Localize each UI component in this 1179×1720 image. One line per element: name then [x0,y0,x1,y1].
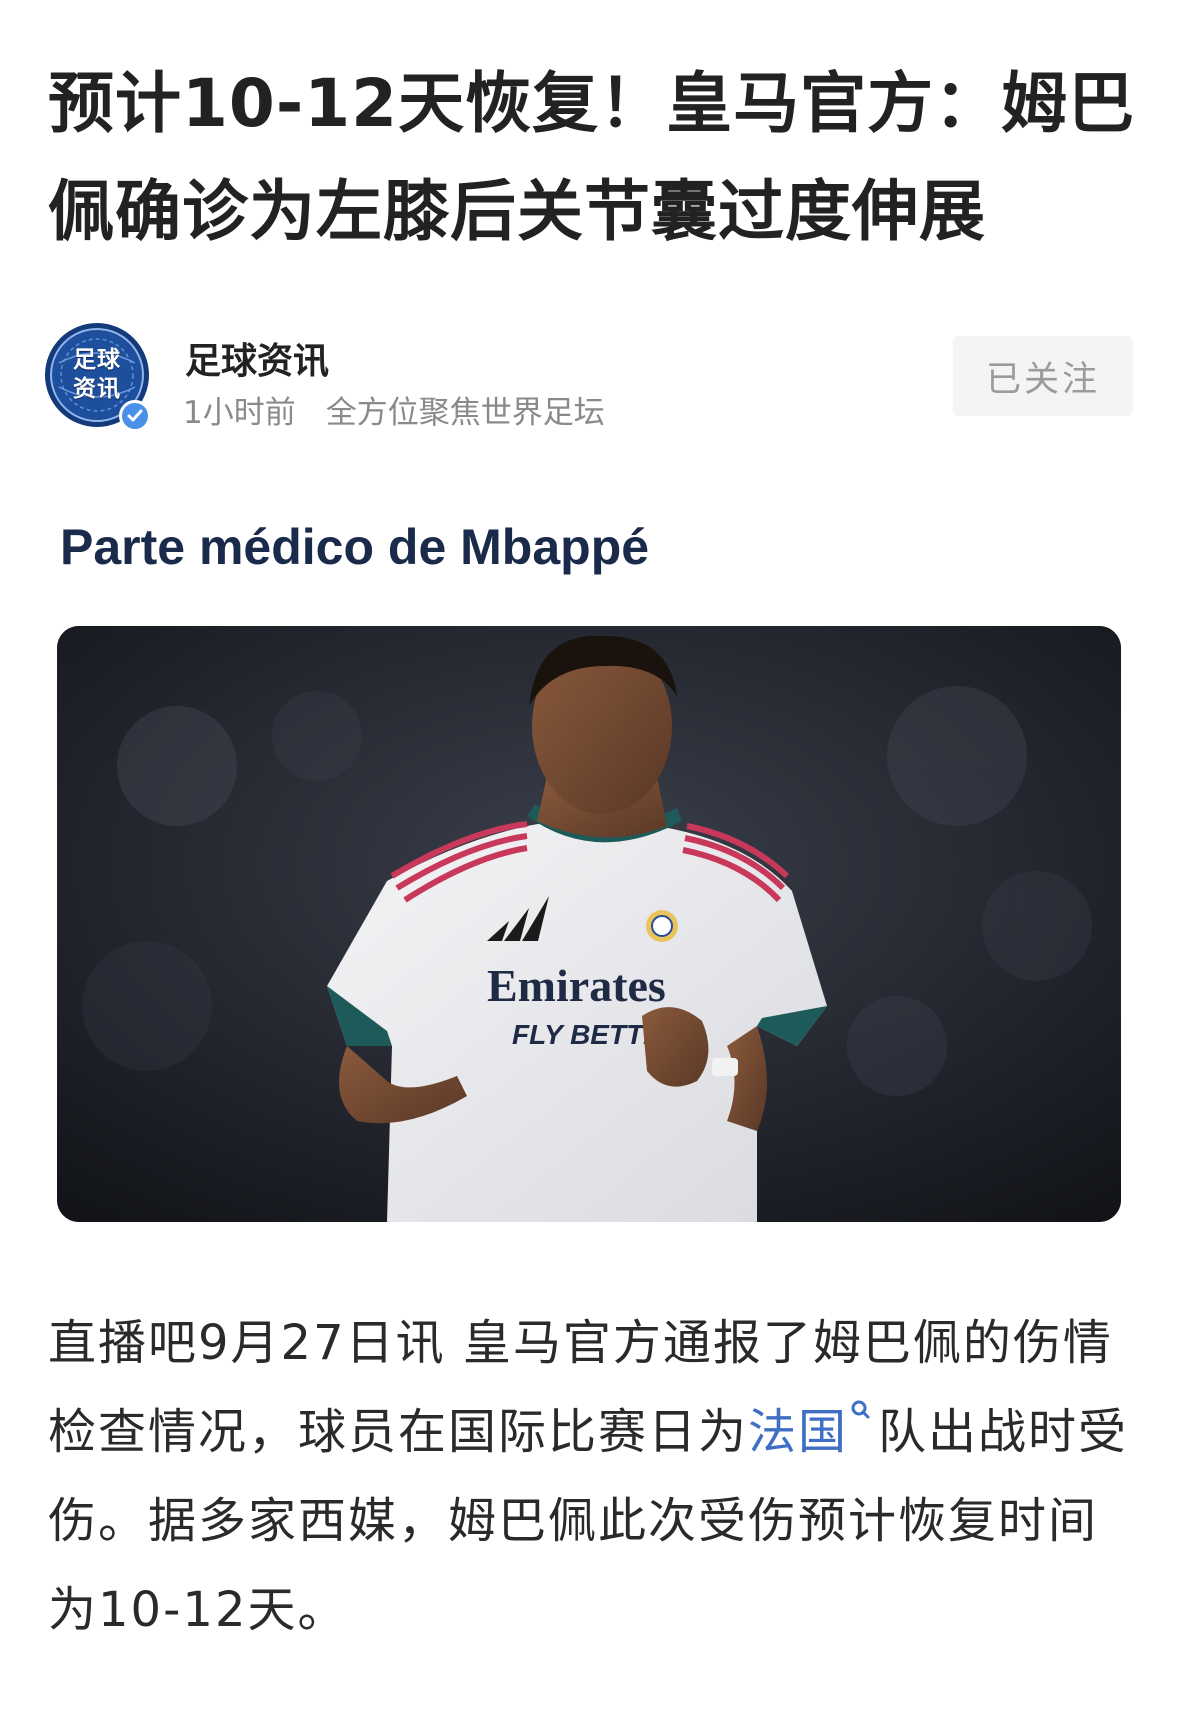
avatar-text-line1: 足球 [73,347,121,373]
author-row[interactable]: 足球 资讯 足球资讯 1小时前 全方位聚焦世界足坛 已关注 [45,320,1135,432]
jersey-sponsor: Emirates [487,960,666,1011]
image-caption: Parte médico de Mbappé [60,519,650,575]
author-meta: 1小时前 全方位聚焦世界足坛 [183,387,605,432]
avatar-text-line2: 资讯 [73,376,121,402]
author-name[interactable]: 足球资讯 [185,332,329,384]
follow-button[interactable]: 已关注 [953,336,1133,416]
article-body: 直播吧9月27日讯 皇马官方通报了姆巴佩的伤情检查情况，球员在国际比赛日为法国队… [48,1299,1143,1655]
entity-link-france[interactable]: 法国 [748,1404,848,1460]
author-avatar[interactable]: 足球 资讯 [45,323,151,432]
search-icon[interactable] [848,1398,874,1428]
article-photo[interactable]: Emirates FLY BETTER [57,626,1121,1222]
article-title: 预计10-12天恢复！皇马官方：姆巴佩确诊为左膝后关节囊过度伸展 [48,65,1136,250]
author-description: 全方位聚焦世界足坛 [325,395,605,431]
post-time: 1小时前 [183,395,296,431]
player-photo-illustration: Emirates FLY BETTER [57,626,1121,1222]
verified-badge-icon [119,400,151,432]
